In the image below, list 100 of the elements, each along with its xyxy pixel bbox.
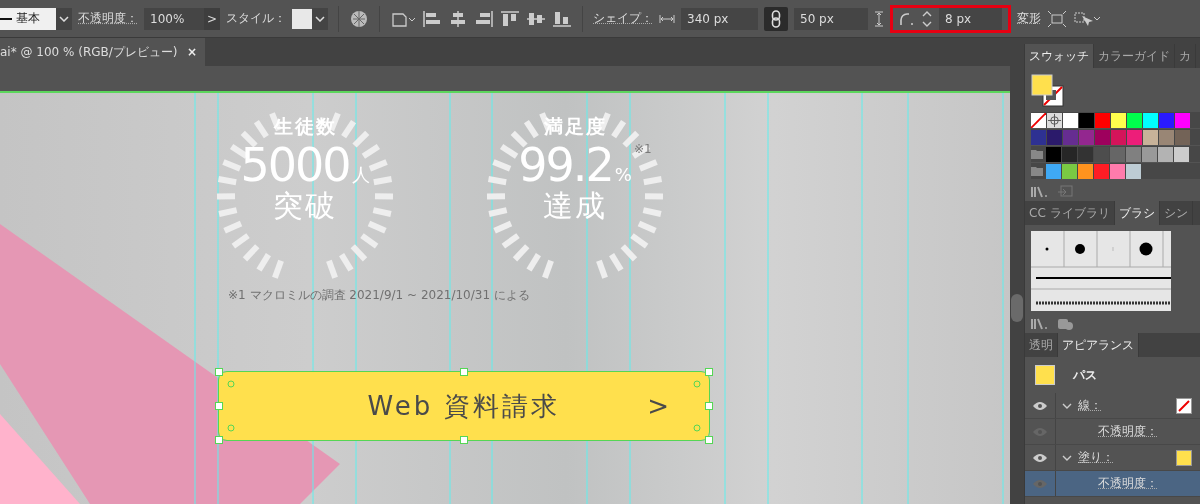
height-icon	[874, 10, 884, 27]
attribute-label[interactable]: 不透明度：	[1078, 475, 1200, 492]
color-swatch[interactable]	[1094, 146, 1109, 162]
corner-radius-field[interactable]: 8 px	[939, 7, 1002, 30]
caret-icon	[315, 15, 325, 22]
color-swatch[interactable]	[1079, 129, 1094, 145]
stat-value: 5000	[240, 138, 350, 192]
panel-tab[interactable]: CC ライブラリ	[1025, 201, 1115, 225]
transform-icon[interactable]	[1047, 9, 1067, 28]
color-swatch[interactable]	[1111, 112, 1126, 128]
corner-radius-control[interactable]: 8 px	[890, 4, 1011, 33]
width-icon	[659, 13, 675, 24]
folder-icon	[1031, 149, 1043, 159]
style-swatch[interactable]	[292, 8, 312, 29]
width-field[interactable]: 340 px	[681, 7, 758, 30]
attribute-label[interactable]: 塗り：	[1078, 449, 1170, 466]
color-swatch[interactable]	[1127, 112, 1142, 128]
color-swatch[interactable]	[1159, 129, 1174, 145]
color-swatch[interactable]	[1110, 163, 1125, 179]
shape-label: シェイプ：	[593, 10, 653, 27]
fill-swatch[interactable]	[1176, 449, 1192, 466]
eye-icon[interactable]	[1032, 400, 1048, 411]
stroke-swatch[interactable]	[1176, 397, 1192, 414]
globe-icon[interactable]	[349, 8, 369, 29]
arrow-button[interactable]: >	[204, 7, 220, 30]
color-swatch[interactable]	[1095, 129, 1110, 145]
footnote-text: ※1 マクロミルの調査 2021/9/1 ~ 2021/10/31 による	[228, 287, 530, 304]
color-swatch[interactable]	[1175, 129, 1190, 145]
color-swatch[interactable]	[1078, 163, 1093, 179]
color-swatch[interactable]	[1175, 112, 1190, 128]
color-swatch[interactable]	[1047, 129, 1062, 145]
cloud-icon[interactable]	[1057, 317, 1075, 331]
none-swatch[interactable]	[1031, 112, 1046, 128]
color-swatch[interactable]	[1126, 163, 1141, 179]
eye-icon[interactable]	[1032, 452, 1048, 463]
object-type-label: パス	[1073, 366, 1097, 384]
transform-label[interactable]: 変形	[1017, 10, 1041, 27]
color-swatch[interactable]	[1079, 112, 1094, 128]
folder-icon	[1031, 166, 1043, 176]
panel-tab[interactable]: アピアランス	[1058, 333, 1139, 357]
caret-icon	[59, 15, 69, 22]
color-swatch[interactable]	[1143, 129, 1158, 145]
panel-tab[interactable]: スウォッチ	[1025, 44, 1094, 68]
scrollbar-thumb[interactable]	[1011, 294, 1023, 322]
attribute-label[interactable]: 不透明度：	[1078, 423, 1200, 440]
color-swatch[interactable]	[1095, 112, 1110, 128]
height-field[interactable]: 50 px	[794, 7, 868, 30]
align-center-icon[interactable]	[448, 9, 468, 28]
link-icon[interactable]	[764, 6, 788, 31]
library-icon[interactable]	[1031, 186, 1049, 198]
align-top-icon[interactable]	[500, 9, 520, 28]
document-tab[interactable]: ai* @ 100 % (RGB/プレビュー) ×	[0, 38, 205, 66]
chevron-icon[interactable]	[1062, 454, 1072, 461]
appearance-row[interactable]: 不透明度：	[1025, 419, 1200, 445]
panel-tab[interactable]: ブラシ	[1114, 201, 1160, 225]
color-swatch[interactable]	[1063, 112, 1078, 128]
stepper-icon[interactable]	[921, 9, 933, 28]
color-swatch[interactable]	[1062, 163, 1077, 179]
opacity-label: 不透明度：	[78, 10, 138, 27]
appearance-row[interactable]: 不透明度：	[1025, 471, 1200, 497]
stat-title: 満足度	[543, 114, 607, 139]
color-swatch[interactable]	[1126, 146, 1141, 162]
color-swatch[interactable]	[1046, 146, 1061, 162]
color-swatch[interactable]	[1174, 146, 1189, 162]
color-swatch[interactable]	[1142, 146, 1157, 162]
close-button[interactable]: ×	[186, 45, 197, 59]
color-swatch[interactable]	[1159, 112, 1174, 128]
panel-tab[interactable]: カラーガイド	[1094, 44, 1175, 68]
color-swatch[interactable]	[1111, 129, 1126, 145]
attribute-label[interactable]: 線：	[1078, 397, 1170, 414]
opacity-field[interactable]: 100% >	[144, 7, 220, 30]
library-icon[interactable]	[1031, 318, 1049, 330]
color-swatch[interactable]	[1094, 163, 1109, 179]
align-right-icon[interactable]	[474, 9, 494, 28]
chevron-icon[interactable]	[1062, 402, 1072, 409]
color-swatch[interactable]	[1158, 146, 1173, 162]
color-swatch[interactable]	[1078, 146, 1093, 162]
color-swatch[interactable]	[1046, 163, 1061, 179]
color-swatch[interactable]	[1063, 129, 1078, 145]
appearance-row[interactable]: 線：	[1025, 393, 1200, 419]
stroke-style-dropdown[interactable]: 基本	[0, 7, 56, 30]
color-swatch[interactable]	[1143, 112, 1158, 128]
footnote-mark: ※1	[634, 142, 652, 156]
stat-unit: 人	[351, 163, 370, 187]
fill-stroke-icon[interactable]	[1031, 74, 1065, 108]
dropdown-button[interactable]	[56, 7, 72, 30]
panel-tab[interactable]: シン	[1159, 201, 1193, 225]
corner-icon	[899, 11, 915, 26]
color-swatch[interactable]	[1031, 129, 1046, 145]
color-swatch[interactable]	[1062, 146, 1077, 162]
align-left-icon[interactable]	[422, 9, 442, 28]
color-swatch[interactable]	[1110, 146, 1125, 162]
style-label: スタイル：	[226, 10, 286, 27]
dropdown-button[interactable]	[312, 7, 328, 30]
document-title: ai* @ 100 % (RGB/プレビュー)	[0, 43, 178, 61]
select-cursor-icon[interactable]	[1073, 9, 1101, 28]
panel-tab[interactable]: カ	[1175, 44, 1196, 68]
align-bottom-icon[interactable]	[552, 9, 572, 28]
color-swatch[interactable]	[1127, 129, 1142, 145]
registration-swatch[interactable]	[1047, 112, 1062, 128]
